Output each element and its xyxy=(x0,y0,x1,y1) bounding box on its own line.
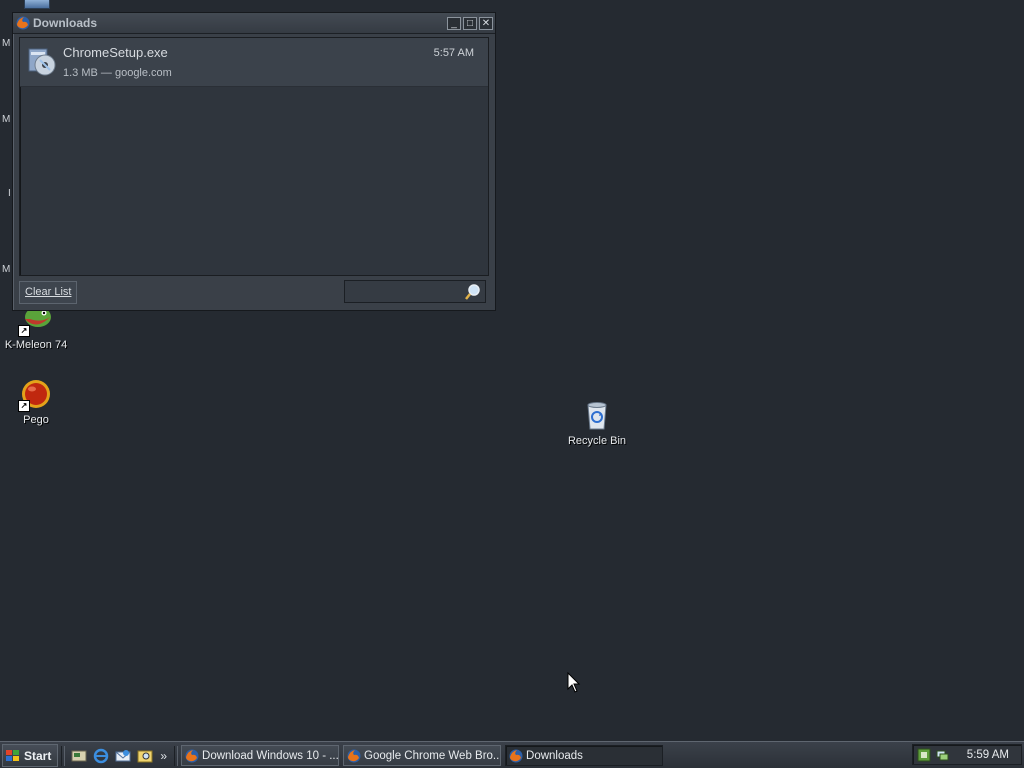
firefox-icon xyxy=(16,16,30,30)
firefox-icon xyxy=(185,749,199,762)
desktop-icon-pego[interactable]: ↗ Pego xyxy=(0,378,74,426)
quicklaunch-overflow-button[interactable]: » xyxy=(160,749,167,763)
recycle-bin-icon xyxy=(581,399,613,431)
network-icon[interactable] xyxy=(935,748,949,762)
search-input[interactable] xyxy=(348,282,470,303)
shortcut-arrow-icon: ↗ xyxy=(18,325,30,337)
outlook-express-icon[interactable] xyxy=(115,748,131,764)
firefox-icon xyxy=(347,749,361,762)
window-title: Downloads xyxy=(33,16,98,30)
start-label: Start xyxy=(24,748,52,763)
windows-flag-icon xyxy=(6,749,19,761)
window-titlebar[interactable]: Downloads _ □ ✕ xyxy=(13,13,495,34)
window-footer: Clear List xyxy=(19,280,487,304)
close-button[interactable]: ✕ xyxy=(479,16,493,30)
taskbar-button-firefox-download-windows[interactable]: Download Windows 10 - ... xyxy=(181,745,340,766)
download-time: 5:57 AM xyxy=(433,47,474,59)
download-item[interactable]: ChromeSetup.exe 1.3 MB — google.com 5:57… xyxy=(20,38,488,87)
pego-icon: ↗ xyxy=(18,378,52,412)
start-button[interactable]: Start xyxy=(2,744,59,767)
taskbar-clock[interactable]: 5:59 AM xyxy=(967,749,1009,761)
minimize-button[interactable]: _ xyxy=(447,16,461,30)
mouse-cursor-icon xyxy=(567,671,581,694)
desktop-icon-label-partial: M xyxy=(2,114,11,125)
search-field[interactable] xyxy=(344,280,486,303)
taskbar-button-downloads[interactable]: Downloads xyxy=(505,745,664,766)
desktop-icon-partial[interactable] xyxy=(24,0,50,9)
desktop-icon-label-partial: M xyxy=(2,264,11,275)
desktop-icon-label: Pego xyxy=(23,414,49,426)
tray-app-icon[interactable] xyxy=(917,748,931,762)
taskbar-separator xyxy=(174,745,179,766)
taskbar-button-label: Downloads xyxy=(526,749,583,762)
downloads-list[interactable]: ChromeSetup.exe 1.3 MB — google.com 5:57… xyxy=(19,37,489,276)
taskbar-button-label: Google Chrome Web Bro... xyxy=(364,749,502,762)
installer-icon xyxy=(26,45,58,77)
search-icon[interactable] xyxy=(464,283,482,301)
firefox-icon xyxy=(509,749,523,762)
taskbar: Start » Download Windows 10 - ... Google… xyxy=(0,741,1024,768)
download-meta: 1.3 MB — google.com xyxy=(63,67,172,79)
clear-list-button[interactable]: Clear List xyxy=(19,281,78,304)
show-desktop-icon[interactable] xyxy=(71,748,87,764)
shortcut-arrow-icon: ↗ xyxy=(18,400,30,412)
system-tray: 5:59 AM xyxy=(912,744,1022,765)
taskbar-button-label: Download Windows 10 - ... xyxy=(202,749,339,762)
desktop-icon-label: K-Meleon 74 xyxy=(4,339,68,351)
taskbar-button-firefox-chrome[interactable]: Google Chrome Web Bro... xyxy=(343,745,502,766)
internet-explorer-icon[interactable] xyxy=(93,748,109,764)
desktop-icon-label-partial: M xyxy=(2,38,11,49)
download-filename[interactable]: ChromeSetup.exe xyxy=(63,45,168,60)
desktop-icon-label: Recycle Bin xyxy=(567,435,627,447)
search-folder-icon[interactable] xyxy=(137,748,153,764)
maximize-button[interactable]: □ xyxy=(463,16,477,30)
desktop-icon-label-partial: I xyxy=(8,188,11,199)
downloads-window: Downloads _ □ ✕ ChromeSetup.exe 1.3 MB —… xyxy=(12,12,496,311)
desktop-icon-recycle-bin[interactable]: Recycle Bin xyxy=(559,399,635,447)
taskbar-separator xyxy=(61,745,66,766)
